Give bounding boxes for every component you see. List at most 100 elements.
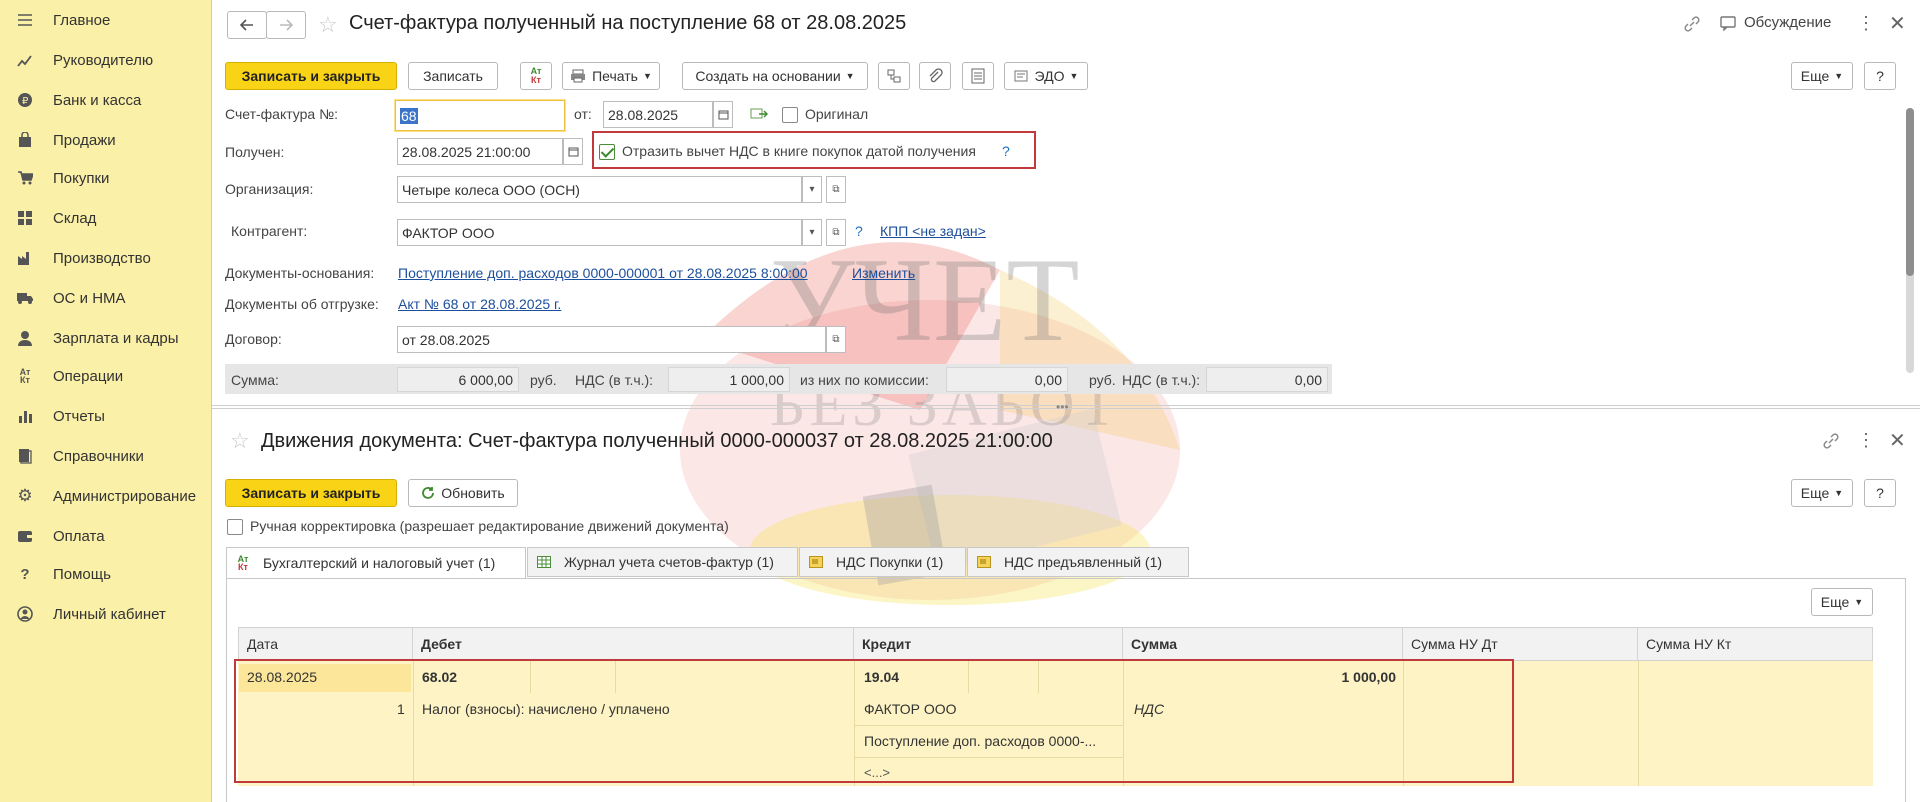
commission-value: 0,00 (946, 367, 1068, 392)
contract-open-button[interactable]: ⧉ (826, 326, 846, 353)
back-button[interactable] (227, 11, 267, 39)
sidebar-item-11[interactable]: Справочники (0, 438, 212, 474)
save-button[interactable]: Записать (408, 62, 498, 90)
shipment-documents-label: Документы об отгрузке: (225, 296, 379, 312)
kpp-link[interactable]: КПП <не задан> (880, 223, 986, 239)
close-icon[interactable]: ✕ (1889, 11, 1906, 36)
column-header-amount-tax-kt[interactable]: Сумма НУ Кт (1638, 627, 1873, 661)
save-and-close-button[interactable]: Записать и закрыть (225, 62, 397, 90)
contractor-dropdown[interactable]: ▾ (802, 219, 822, 246)
sidebar-item-13[interactable]: Оплата (0, 518, 212, 554)
report-button[interactable] (962, 62, 994, 90)
table-row[interactable] (238, 661, 1873, 786)
manual-correction-checkbox[interactable] (227, 519, 243, 535)
sidebar-item-0[interactable]: Главное (0, 2, 212, 38)
debit-credit-button[interactable]: Ат Кт (520, 62, 552, 90)
sidebar-item-1[interactable]: Руководителю (0, 42, 212, 78)
print-label: Печать (592, 68, 638, 84)
sidebar-item-7[interactable]: ОС и НМА (0, 280, 212, 316)
movements-close-icon[interactable]: ✕ (1889, 428, 1906, 453)
more-button[interactable]: Еще ▼ (1791, 62, 1853, 90)
sidebar-item-4[interactable]: Покупки (0, 160, 212, 196)
chart-line-icon (16, 51, 34, 69)
sidebar-item-8[interactable]: Зарплата и кадры (0, 320, 212, 356)
calendar-icon (568, 147, 578, 157)
column-header-credit[interactable]: Кредит (854, 627, 1123, 661)
invoice-number-input[interactable]: 68 (395, 100, 565, 131)
sidebar-item-label: Производство (53, 249, 151, 267)
vat-label: НДС (в т.ч.): (575, 372, 654, 388)
grid-more-button[interactable]: Еще ▼ (1811, 588, 1873, 616)
help-button[interactable]: ? (1864, 62, 1896, 90)
edo-arrow-icon[interactable] (750, 107, 768, 124)
attach-button[interactable] (919, 62, 951, 90)
tab-vat-presented[interactable]: НДС предъявленный (1) (967, 547, 1189, 577)
sidebar-item-2[interactable]: ₽ Банк и касса (0, 82, 212, 118)
column-header-amount-tax-dt[interactable]: Сумма НУ Дт (1403, 627, 1638, 661)
paperclip-icon (929, 68, 943, 83)
base-document-link[interactable]: Поступление доп. расходов 0000-000001 от… (398, 265, 808, 281)
sidebar-item-15[interactable]: Личный кабинет (0, 596, 212, 632)
movements-help-button[interactable]: ? (1864, 479, 1896, 507)
organization-open-button[interactable]: ⧉ (826, 176, 846, 203)
column-header-date[interactable]: Дата (238, 627, 413, 661)
link-icon[interactable] (1683, 15, 1701, 36)
received-datetime-input[interactable]: 28.08.2025 21:00:00 (397, 138, 563, 165)
sidebar-item-9[interactable]: Ат Кт Операции (0, 358, 212, 394)
discussion-button[interactable]: Обсуждение (1720, 14, 1831, 31)
movements-link-icon[interactable] (1822, 432, 1840, 453)
column-header-debit[interactable]: Дебет (413, 627, 854, 661)
structure-button[interactable] (878, 62, 910, 90)
movements-more-vertical-icon[interactable]: ⋮ (1857, 430, 1875, 451)
contractor-help[interactable]: ? (855, 223, 863, 239)
contract-input[interactable]: от 28.08.2025 (397, 326, 826, 353)
received-calendar-button[interactable] (563, 138, 583, 165)
sidebar-item-5[interactable]: Склад (0, 200, 212, 236)
invoice-date-input[interactable]: 28.08.2025 (603, 101, 713, 128)
calendar-button[interactable] (713, 101, 733, 128)
tab-accounting[interactable]: Ат Кт Бухгалтерский и налоговый учет (1) (226, 547, 526, 579)
vat-deduct-checkbox[interactable] (599, 144, 615, 160)
vat2-value: 0,00 (1206, 367, 1328, 392)
create-based-button[interactable]: Создать на основании ▼ (682, 62, 868, 90)
tab-invoice-journal[interactable]: Журнал учета счетов-фактур (1) (527, 547, 798, 577)
more-label: Еще (1800, 68, 1830, 84)
question-icon: ? (20, 565, 30, 583)
forward-button[interactable] (266, 11, 306, 39)
shipment-document-link[interactable]: Акт № 68 от 28.08.2025 г. (398, 296, 561, 312)
favorite-star-icon[interactable]: ☆ (318, 12, 338, 38)
sidebar-item-label: Справочники (53, 447, 144, 465)
contractor-input[interactable]: ФАКТОР ООО (397, 219, 802, 246)
shopping-bag-icon (16, 131, 34, 149)
original-checkbox[interactable] (782, 107, 798, 123)
vat-deduct-help[interactable]: ? (1002, 143, 1010, 159)
refresh-label: Обновить (441, 485, 505, 501)
sidebar-item-6[interactable]: Производство (0, 240, 212, 276)
sidebar-item-10[interactable]: Отчеты (0, 398, 212, 434)
change-link[interactable]: Изменить (852, 265, 915, 281)
sidebar-item-label: Руководителю (53, 51, 154, 69)
sidebar-item-14[interactable]: ? Помощь (0, 556, 212, 592)
sidebar-item-label: Покупки (53, 169, 110, 187)
document-title: Счет-фактура полученный на поступление 6… (349, 12, 907, 34)
more-vertical-icon[interactable]: ⋮ (1857, 13, 1875, 34)
form-scrollbar-thumb[interactable] (1906, 108, 1914, 276)
grid-more-label: Еще (1820, 594, 1850, 610)
edo-button[interactable]: ЭДО ▼ (1004, 62, 1088, 90)
movements-more-button[interactable]: Еще ▼ (1791, 479, 1853, 507)
organization-dropdown[interactable]: ▾ (802, 176, 822, 203)
column-header-amount[interactable]: Сумма (1123, 627, 1403, 661)
row-debit-account: 68.02 (422, 669, 458, 685)
sidebar-item-12[interactable]: ⚙ Администрирование (0, 478, 212, 514)
sidebar-item-3[interactable]: Продажи (0, 122, 212, 158)
bar-chart-icon (16, 407, 34, 425)
organization-input[interactable]: Четыре колеса ООО (ОСН) (397, 176, 802, 203)
row-number: 1 (397, 701, 405, 717)
contractor-open-button[interactable]: ⧉ (826, 219, 846, 246)
splitter-handle-icon[interactable]: ••• (1056, 400, 1069, 414)
movements-favorite-star-icon[interactable]: ☆ (230, 428, 250, 454)
movements-save-close-button[interactable]: Записать и закрыть (225, 479, 397, 507)
print-button[interactable]: Печать ▼ (562, 62, 660, 90)
refresh-button[interactable]: Обновить (408, 479, 518, 507)
tab-vat-purchases[interactable]: НДС Покупки (1) (799, 547, 966, 577)
